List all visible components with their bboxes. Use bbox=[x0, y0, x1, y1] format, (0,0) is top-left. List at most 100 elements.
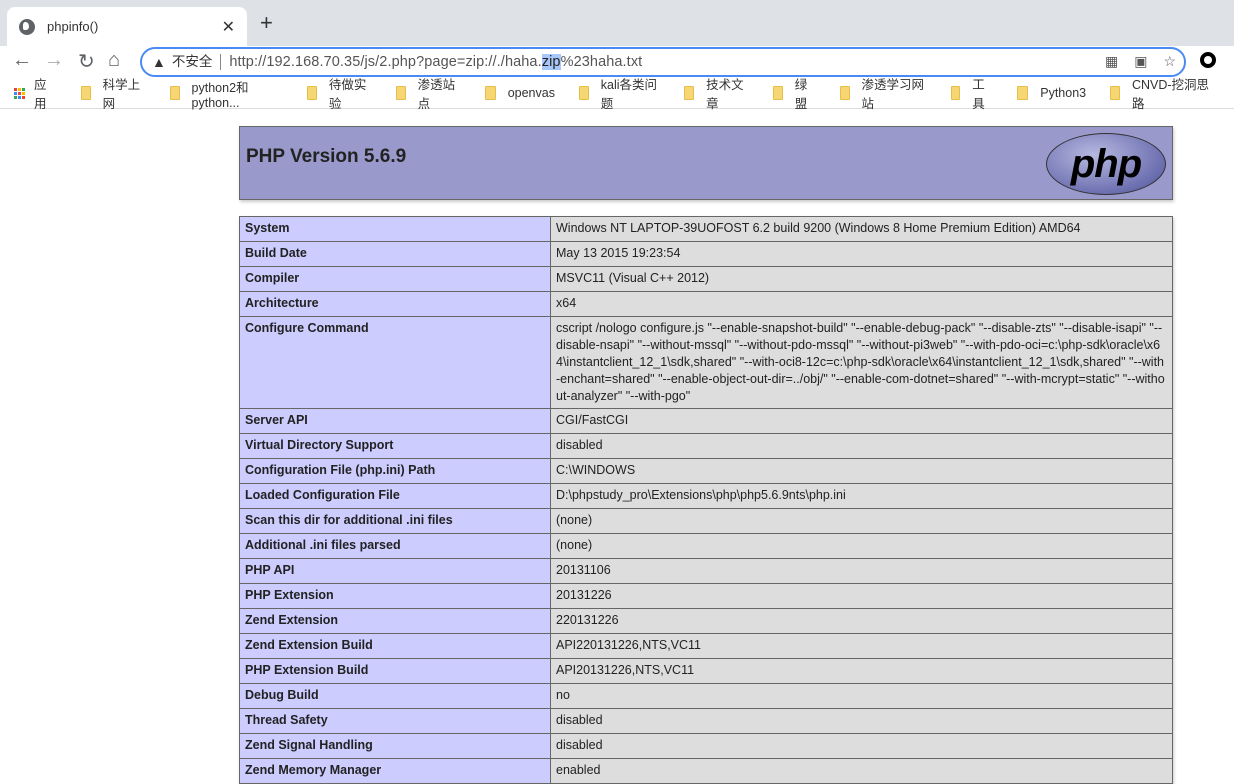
row-value: API220131226,NTS,VC11 bbox=[550, 633, 1173, 659]
table-row: Additional .ini files parsed (none) bbox=[239, 533, 1173, 559]
bookmark-item[interactable]: 渗透站点 bbox=[395, 74, 461, 112]
warning-icon[interactable]: ▲ bbox=[152, 54, 166, 70]
folder-icon bbox=[484, 86, 496, 100]
apps-shortcut[interactable]: 应用 bbox=[14, 74, 54, 112]
bookmark-label: 工具 bbox=[972, 78, 985, 111]
translate-icon[interactable]: ▣ bbox=[1134, 53, 1147, 70]
table-row: Loaded Configuration File D:\phpstudy_pro… bbox=[239, 483, 1173, 509]
folder-icon bbox=[950, 86, 961, 100]
bookmark-item[interactable]: CNVD-挖洞思路 bbox=[1110, 74, 1210, 112]
tab-phpinfo[interactable]: phpinfo() ✕ bbox=[7, 7, 247, 46]
bookmark-label: 渗透学习网站 bbox=[861, 78, 925, 111]
row-label: Configure Command bbox=[239, 316, 551, 409]
row-label: Loaded Configuration File bbox=[239, 483, 551, 509]
row-value: MSVC11 (Visual C++ 2012) bbox=[550, 266, 1173, 292]
row-label: Configuration File (php.ini) Path bbox=[239, 458, 551, 484]
row-value: 20131106 bbox=[550, 558, 1173, 584]
table-row: PHP API 20131106 bbox=[239, 558, 1173, 584]
bookmark-label: python2和python... bbox=[191, 80, 249, 110]
row-value: Windows NT LAPTOP-39UOFOST 6.2 build 920… bbox=[550, 216, 1173, 242]
folder-icon bbox=[169, 86, 180, 100]
bookmark-item[interactable]: 渗透学习网站 bbox=[839, 74, 927, 112]
row-value: 20131226 bbox=[550, 583, 1173, 609]
bookmark-item[interactable]: python2和python... bbox=[169, 77, 283, 110]
bookmark-item[interactable]: Python3 bbox=[1017, 86, 1086, 100]
row-label: Virtual Directory Support bbox=[239, 433, 551, 459]
row-label: System bbox=[239, 216, 551, 242]
row-label: Zend Extension bbox=[239, 608, 551, 634]
bookmark-item[interactable]: kali各类问题 bbox=[578, 74, 660, 112]
url-selection: zip bbox=[541, 54, 561, 70]
row-label: Zend Signal Handling bbox=[239, 733, 551, 759]
row-value: May 13 2015 19:23:54 bbox=[550, 241, 1173, 267]
row-label: PHP Extension Build bbox=[239, 658, 551, 684]
table-row: Zend Extension Build API220131226,NTS,VC1… bbox=[239, 633, 1173, 659]
row-label: Debug Build bbox=[239, 683, 551, 709]
table-row: Architecture x64 bbox=[239, 291, 1173, 317]
row-label: Scan this dir for additional .ini files bbox=[239, 508, 551, 534]
table-row: PHP Extension 20131226 bbox=[239, 583, 1173, 609]
bookmark-item[interactable]: 绿盟 bbox=[773, 74, 816, 112]
row-label: Zend Extension Build bbox=[239, 633, 551, 659]
folder-icon bbox=[773, 86, 783, 100]
table-row: Debug Build no bbox=[239, 683, 1173, 709]
folder-icon bbox=[839, 86, 850, 100]
bookmark-item[interactable]: 科学上网 bbox=[80, 74, 146, 112]
tab-strip: phpinfo() ✕ + bbox=[0, 0, 1234, 46]
bookmark-label: CNVD-挖洞思路 bbox=[1131, 78, 1210, 111]
bookmark-item[interactable]: 工具 bbox=[950, 74, 994, 112]
folder-icon bbox=[1110, 86, 1120, 100]
row-value: D:\phpstudy_pro\Extensions\php\php5.6.9n… bbox=[550, 483, 1173, 509]
row-value: (none) bbox=[550, 533, 1173, 559]
bookmark-label: 应用 bbox=[34, 78, 47, 111]
row-value: (none) bbox=[550, 508, 1173, 534]
extension-icon[interactable] bbox=[1200, 52, 1216, 68]
table-row: Compiler MSVC11 (Visual C++ 2012) bbox=[239, 266, 1173, 292]
bookmark-label: 科学上网 bbox=[102, 78, 141, 111]
row-label: Build Date bbox=[239, 241, 551, 267]
row-value: no bbox=[550, 683, 1173, 709]
globe-icon bbox=[19, 18, 35, 35]
table-row: PHP Extension Build API20131226,NTS,VC11 bbox=[239, 658, 1173, 684]
folder-icon bbox=[1017, 86, 1029, 100]
row-value: cscript /nologo configure.js "--enable-s… bbox=[550, 316, 1173, 409]
bookmark-label: 绿盟 bbox=[794, 78, 808, 111]
bookmarks-bar: 应用 科学上网 python2和python... 待做实验 渗透站点 openvas ka… bbox=[0, 77, 1234, 111]
insecure-label[interactable]: 不安全 bbox=[172, 54, 222, 70]
row-value: 220131226 bbox=[550, 608, 1173, 634]
row-value: disabled bbox=[550, 708, 1173, 734]
table-row: Configure Command cscript /nologo configu… bbox=[239, 316, 1173, 409]
folder-icon bbox=[395, 86, 406, 100]
bookmark-label: openvas bbox=[507, 86, 555, 100]
bookmark-item[interactable]: 技术文章 bbox=[684, 74, 749, 112]
row-label: PHP API bbox=[239, 558, 551, 584]
row-label: Architecture bbox=[239, 291, 551, 317]
star-icon[interactable]: ☆ bbox=[1163, 53, 1176, 70]
php-header: PHP Version 5.6.9 php bbox=[239, 126, 1173, 200]
row-value: disabled bbox=[550, 433, 1173, 459]
url-part: http://192.168.70.35/js/2.php?page=zip:/… bbox=[229, 54, 542, 70]
home-icon[interactable]: ⌂ bbox=[108, 49, 120, 72]
qr-code-icon[interactable]: ▦ bbox=[1105, 53, 1118, 70]
back-icon[interactable]: ← bbox=[12, 49, 32, 72]
bookmark-item[interactable]: openvas bbox=[484, 86, 555, 100]
table-row: Zend Signal Handling disabled bbox=[239, 733, 1173, 759]
forward-icon[interactable]: → bbox=[44, 49, 64, 72]
table-row: Thread Safety disabled bbox=[239, 708, 1173, 734]
bookmark-label: 技术文章 bbox=[706, 78, 744, 111]
reload-icon[interactable]: ↻ bbox=[78, 49, 95, 74]
row-value: API20131226,NTS,VC11 bbox=[550, 658, 1173, 684]
close-tab-icon[interactable]: ✕ bbox=[222, 17, 235, 37]
new-tab-button[interactable]: + bbox=[260, 10, 273, 36]
url-text[interactable]: http://192.168.70.35/js/2.php?page=zip:/… bbox=[229, 54, 642, 70]
bookmark-label: kali各类问题 bbox=[600, 78, 658, 111]
table-row: Configuration File (php.ini) Path C:\WIND… bbox=[239, 458, 1173, 484]
table-row: Scan this dir for additional .ini files(… bbox=[239, 508, 1173, 534]
address-bar[interactable]: ▲ 不安全 http://192.168.70.35/js/2.php?page… bbox=[140, 47, 1186, 77]
folder-icon bbox=[684, 86, 695, 100]
bookmark-label: Python3 bbox=[1040, 86, 1087, 100]
bookmark-item[interactable]: 待做实验 bbox=[307, 74, 372, 112]
tab-title: phpinfo() bbox=[47, 19, 99, 34]
row-label: Compiler bbox=[239, 266, 551, 292]
folder-icon bbox=[307, 86, 317, 100]
